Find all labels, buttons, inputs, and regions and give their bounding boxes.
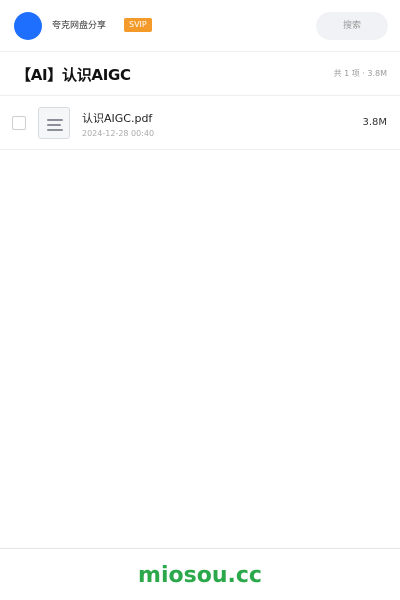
share-title-bar: 【AI】认识AIGC 共 1 项 · 3.8M bbox=[0, 52, 400, 96]
page-title: 【AI】认识AIGC bbox=[16, 66, 131, 84]
file-name[interactable]: 认识AIGC.pdf bbox=[82, 112, 152, 126]
top-bar: 夸克网盘分享 SVIP 搜索 bbox=[0, 0, 400, 52]
document-icon bbox=[38, 107, 70, 139]
search-button[interactable]: 搜索 bbox=[316, 12, 388, 40]
file-size: 3.8M bbox=[362, 117, 387, 128]
file-date: 2024-12-28 00:40 bbox=[82, 129, 155, 138]
avatar[interactable] bbox=[14, 12, 42, 40]
item-summary: 共 1 项 · 3.8M bbox=[333, 69, 387, 78]
site-brand[interactable]: miosou.cc bbox=[0, 562, 400, 590]
footer: miosou.cc bbox=[0, 548, 400, 600]
svip-badge: SVIP bbox=[124, 18, 152, 32]
file-checkbox[interactable] bbox=[12, 116, 26, 130]
file-row[interactable]: 认识AIGC.pdf 2024-12-28 00:40 3.8M bbox=[0, 96, 400, 150]
app-name: 夸克网盘分享 bbox=[52, 21, 107, 31]
